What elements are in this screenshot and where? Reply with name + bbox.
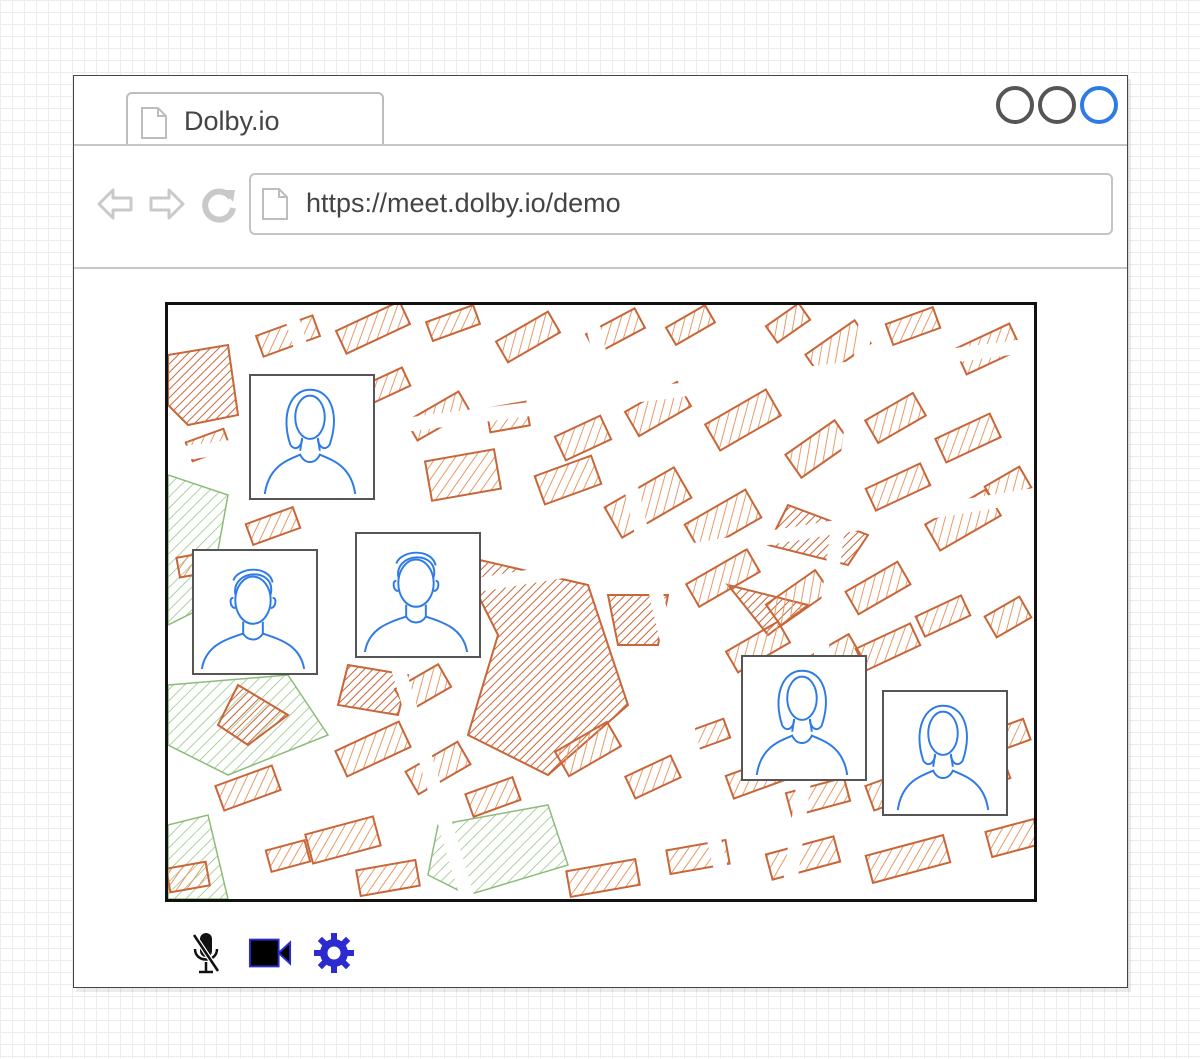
url-text: https://meet.dolby.io/demo [306,188,621,218]
gear-icon [314,933,354,973]
forward-button[interactable] [144,178,190,230]
map-building [914,594,972,638]
participant-tile[interactable] [249,374,375,500]
map-building [983,595,1033,639]
settings-button[interactable] [312,931,356,975]
tab-divider [74,144,1127,146]
reload-icon [202,188,236,223]
map-building [603,465,693,540]
video-camera-icon [248,938,292,968]
close-circle-icon[interactable] [1079,84,1121,126]
back-button[interactable] [92,178,138,230]
minimize-circle-icon[interactable] [995,84,1037,126]
map-building [864,833,952,885]
map-building [844,560,912,616]
participant-tile[interactable] [355,532,481,658]
male-avatar-icon [357,534,475,652]
window-controls [995,84,1121,126]
map-building [984,817,1034,859]
camera-button[interactable] [248,931,292,975]
map-building [864,462,932,512]
map-building [334,720,412,778]
map-building [424,305,482,343]
page-icon [261,187,289,226]
back-arrow-icon [97,188,133,220]
maximize-circle-icon[interactable] [1037,84,1079,126]
participant-tile[interactable] [741,655,867,781]
participant-tile[interactable] [882,690,1008,816]
navigation-buttons [92,178,242,230]
browser-window: Dolby.io https://meet.dolby.io/demo [73,75,1128,988]
map-building [334,305,412,355]
content-divider [74,267,1127,269]
female-avatar-icon [884,692,1002,810]
map-building [355,858,421,898]
map-building [264,838,312,874]
tab-label: Dolby.io [184,106,280,136]
map-building [494,310,562,364]
map-building [565,857,641,899]
mute-button[interactable] [184,931,228,975]
map-building [933,412,1003,464]
female-avatar-icon [251,376,369,494]
street-map[interactable] [165,302,1037,902]
map-building [664,305,717,347]
browser-tab[interactable]: Dolby.io [126,92,384,146]
address-bar[interactable]: https://meet.dolby.io/demo [249,173,1113,235]
map-building [863,391,928,445]
map-building [533,454,603,506]
page-icon [140,106,168,145]
mic-muted-icon [191,933,221,974]
map-building [423,448,503,502]
map-building [244,505,302,547]
participant-tile[interactable] [192,549,318,675]
map-building [703,388,783,452]
map-building [304,815,382,865]
reload-button[interactable] [196,178,242,230]
map-building [553,414,613,462]
map-building [884,305,942,347]
map-building [623,754,683,800]
female-avatar-icon [743,657,861,775]
forward-arrow-icon [149,188,185,220]
call-toolbar [184,931,356,975]
map-building [764,305,812,345]
map-building [764,835,842,881]
male-avatar-icon [194,551,312,669]
